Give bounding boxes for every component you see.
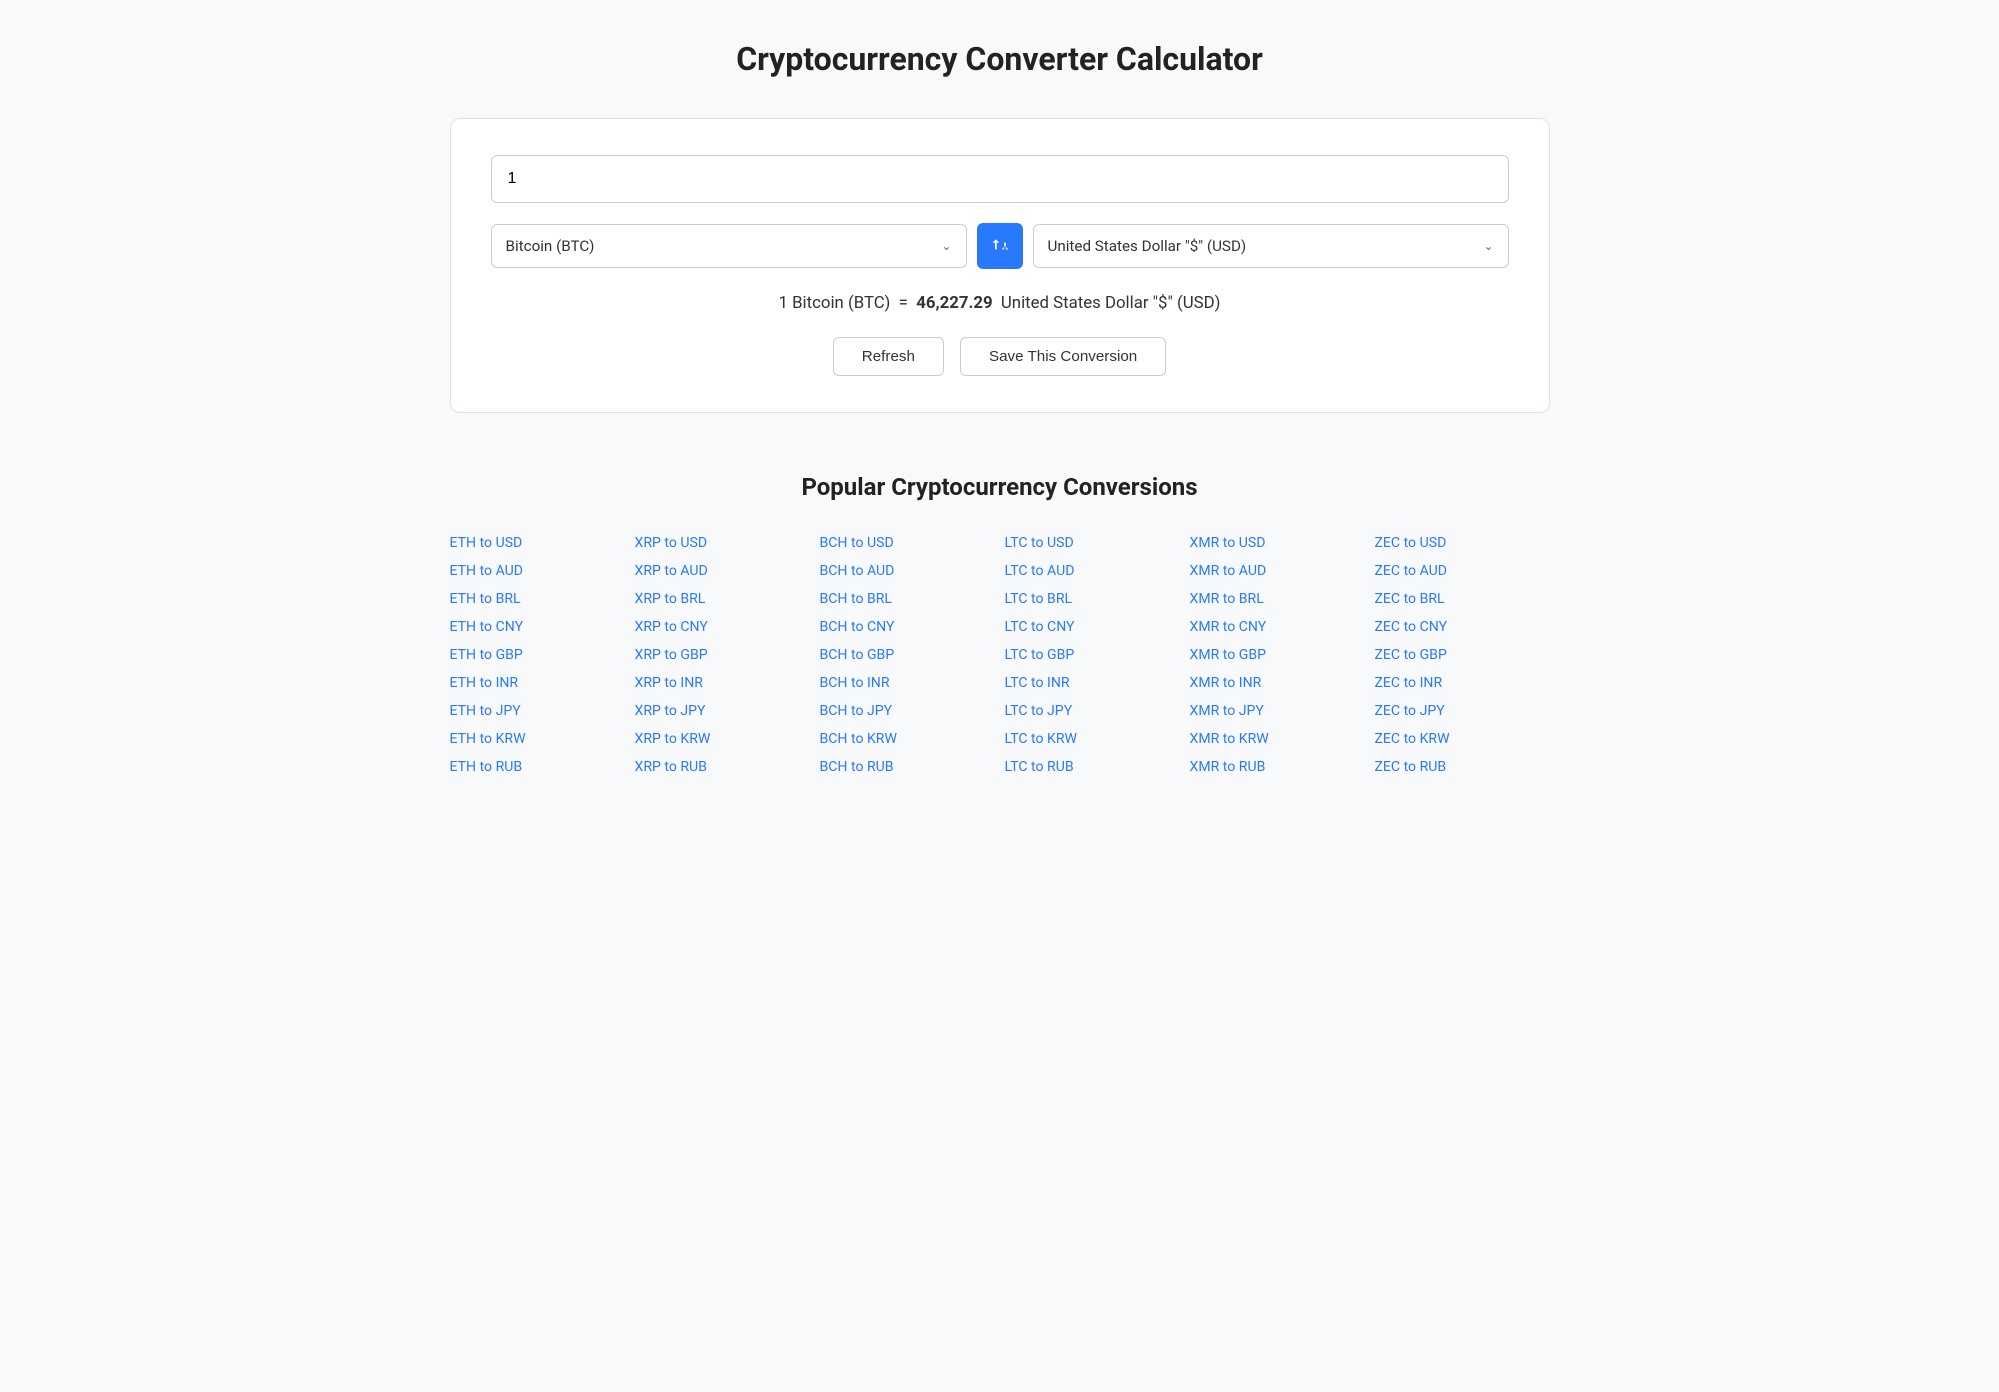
popular-title: Popular Cryptocurrency Conversions [450,473,1550,501]
conversions-grid: ETH to USD XRP to USD BCH to USD LTC to USD… [450,533,1550,777]
action-buttons: Refresh Save This Conversion [491,337,1509,376]
conversion-link[interactable]: XMR to RUB [1190,757,1365,777]
conversion-link[interactable]: XRP to BRL [635,589,810,609]
conversion-link[interactable]: ZEC to JPY [1375,701,1550,721]
conversion-link[interactable]: XRP to GBP [635,645,810,665]
conversion-link[interactable]: ZEC to KRW [1375,729,1550,749]
conversion-link[interactable]: LTC to USD [1005,533,1180,553]
conversion-link[interactable]: ETH to KRW [450,729,625,749]
conversion-link[interactable]: ETH to RUB [450,757,625,777]
conversion-link[interactable]: ZEC to AUD [1375,561,1550,581]
to-currency-selector[interactable]: United States Dollar "$" (USD) ⌄ [1033,224,1509,268]
conversion-link[interactable]: LTC to BRL [1005,589,1180,609]
conversion-link[interactable]: ZEC to INR [1375,673,1550,693]
conversion-link[interactable]: XMR to INR [1190,673,1365,693]
conversion-link[interactable]: XMR to AUD [1190,561,1365,581]
swap-icon [990,236,1010,256]
swap-button[interactable] [977,223,1023,269]
conversion-link[interactable]: XMR to CNY [1190,617,1365,637]
from-chevron-icon: ⌄ [941,239,951,253]
conversion-link[interactable]: XRP to AUD [635,561,810,581]
conversion-link[interactable]: BCH to USD [820,533,995,553]
conversion-link[interactable]: XMR to BRL [1190,589,1365,609]
conversion-link[interactable]: ZEC to BRL [1375,589,1550,609]
conversion-link[interactable]: BCH to BRL [820,589,995,609]
conversion-link[interactable]: XMR to JPY [1190,701,1365,721]
conversion-link[interactable]: ETH to CNY [450,617,625,637]
conversion-link[interactable]: ETH to JPY [450,701,625,721]
conversion-link[interactable]: BCH to CNY [820,617,995,637]
result-line: 1 Bitcoin (BTC) = 46,227.29 United State… [491,293,1509,313]
conversion-link[interactable]: BCH to KRW [820,729,995,749]
conversion-link[interactable]: XRP to INR [635,673,810,693]
conversion-link[interactable]: XRP to RUB [635,757,810,777]
amount-input[interactable] [491,155,1509,203]
converter-card: Bitcoin (BTC) ⌄ United States Dollar "$"… [450,118,1550,413]
conversion-link[interactable]: ZEC to CNY [1375,617,1550,637]
result-from-text: 1 Bitcoin (BTC) [779,293,891,313]
popular-section: Popular Cryptocurrency Conversions ETH t… [450,473,1550,777]
conversion-link[interactable]: ETH to INR [450,673,625,693]
conversion-link[interactable]: ETH to USD [450,533,625,553]
conversion-link[interactable]: LTC to AUD [1005,561,1180,581]
conversion-link[interactable]: LTC to KRW [1005,729,1180,749]
conversion-link[interactable]: XRP to CNY [635,617,810,637]
conversion-link[interactable]: ZEC to RUB [1375,757,1550,777]
conversion-link[interactable]: ZEC to GBP [1375,645,1550,665]
from-currency-label: Bitcoin (BTC) [506,237,595,255]
currency-row: Bitcoin (BTC) ⌄ United States Dollar "$"… [491,223,1509,269]
save-conversion-button[interactable]: Save This Conversion [960,337,1166,376]
conversion-link[interactable]: BCH to JPY [820,701,995,721]
page-title: Cryptocurrency Converter Calculator [80,40,1919,78]
conversion-link[interactable]: ZEC to USD [1375,533,1550,553]
result-equals: = [899,293,908,313]
conversion-link[interactable]: BCH to GBP [820,645,995,665]
result-value: 46,227.29 [916,293,992,313]
conversion-link[interactable]: BCH to INR [820,673,995,693]
from-currency-selector[interactable]: Bitcoin (BTC) ⌄ [491,224,967,268]
conversion-link[interactable]: LTC to JPY [1005,701,1180,721]
conversion-link[interactable]: XRP to KRW [635,729,810,749]
conversion-link[interactable]: LTC to INR [1005,673,1180,693]
refresh-button[interactable]: Refresh [833,337,944,376]
result-to-currency: United States Dollar "$" (USD) [1001,293,1221,313]
conversion-link[interactable]: ETH to BRL [450,589,625,609]
conversion-link[interactable]: XMR to GBP [1190,645,1365,665]
conversion-link[interactable]: BCH to AUD [820,561,995,581]
conversion-link[interactable]: LTC to RUB [1005,757,1180,777]
to-currency-label: United States Dollar "$" (USD) [1048,237,1247,255]
to-chevron-icon: ⌄ [1483,239,1493,253]
conversion-link[interactable]: ETH to AUD [450,561,625,581]
conversion-link[interactable]: ETH to GBP [450,645,625,665]
conversion-link[interactable]: XMR to KRW [1190,729,1365,749]
conversion-link[interactable]: XRP to JPY [635,701,810,721]
conversion-link[interactable]: LTC to CNY [1005,617,1180,637]
conversion-link[interactable]: LTC to GBP [1005,645,1180,665]
conversion-link[interactable]: XMR to USD [1190,533,1365,553]
conversion-link[interactable]: BCH to RUB [820,757,995,777]
conversion-link[interactable]: XRP to USD [635,533,810,553]
